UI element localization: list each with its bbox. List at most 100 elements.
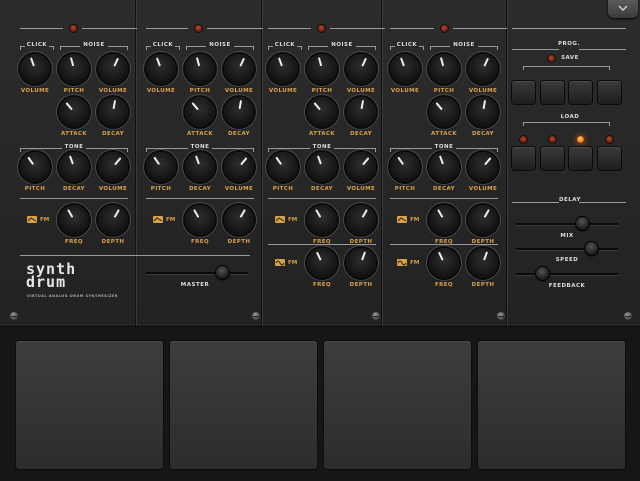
ch1-click-volume-knob[interactable]: [20, 54, 50, 84]
ch4-fm2-freq-knob[interactable]: [429, 248, 459, 278]
ch3-click-label: CLICK: [273, 42, 297, 48]
ch2-tone-volume-knob[interactable]: [224, 152, 254, 182]
ch4-fm2-waveform-icon[interactable]: [397, 259, 407, 266]
ch3-noise-pitch-knob[interactable]: [307, 54, 337, 84]
ch1-tone-volume-knob[interactable]: [98, 152, 128, 182]
knob-indicator: [67, 209, 74, 218]
ch3-noise-volume-knob[interactable]: [346, 54, 376, 84]
feedback-slider-track[interactable]: [516, 273, 618, 275]
drum-pad-4[interactable]: [478, 341, 625, 469]
ch1-fm1-waveform-icon[interactable]: [27, 216, 37, 223]
ch1-noise-volume-knob[interactable]: [98, 54, 128, 84]
ch4-noise-pitch-knob[interactable]: [429, 54, 459, 84]
ch1-fm1-label: FM: [40, 217, 50, 223]
ch4-noise-volume-knob[interactable]: [468, 54, 498, 84]
knob-indicator: [483, 57, 489, 67]
ch3-tone-volume-knob[interactable]: [346, 152, 376, 182]
save-slot-4-button[interactable]: [598, 81, 621, 104]
ch4-fm1-freq-knob[interactable]: [429, 205, 459, 235]
drum-pad-1[interactable]: [16, 341, 163, 469]
ch3-fm1-freq-knob[interactable]: [307, 205, 337, 235]
knob-indicator: [438, 155, 444, 165]
master-slider-thumb[interactable]: [216, 266, 229, 279]
ch2-fm1-depth-knob[interactable]: [224, 205, 254, 235]
ch4-fm2-depth-knob[interactable]: [468, 248, 498, 278]
ch3-click-volume-knob[interactable]: [268, 54, 298, 84]
ch2-noise-decay-label: DECAY: [227, 131, 251, 137]
ch2-noise-decay-knob[interactable]: [224, 97, 254, 127]
ch1-noise-pitch-knob[interactable]: [59, 54, 89, 84]
load-slot-3-button[interactable]: [569, 147, 592, 170]
ch4-click-volume-knob[interactable]: [390, 54, 420, 84]
prog-label: PROG.: [557, 41, 581, 47]
ch2-noise-volume-knob[interactable]: [224, 54, 254, 84]
knob-indicator: [316, 251, 322, 261]
ch2-fm1-label: FM: [166, 217, 176, 223]
ch2-tone-pitch-knob[interactable]: [146, 152, 176, 182]
ch2-fm1-waveform-icon[interactable]: [153, 216, 163, 223]
speed-slider-track[interactable]: [516, 248, 618, 250]
ch4-noise-decay-label: DECAY: [471, 131, 495, 137]
knob-indicator: [439, 57, 445, 67]
ch3-fm1-waveform-icon[interactable]: [275, 216, 285, 223]
mix-slider-track[interactable]: [516, 223, 618, 225]
ch1-noise-decay-knob[interactable]: [98, 97, 128, 127]
divider: [381, 0, 382, 326]
ch3-fm1-depth-knob[interactable]: [346, 205, 376, 235]
knob-indicator: [360, 100, 365, 110]
speed-label: SPEED: [555, 257, 579, 263]
ch4-tone-volume-knob[interactable]: [468, 152, 498, 182]
ch1-noise-attack-knob[interactable]: [59, 97, 89, 127]
drum-pad-3[interactable]: [324, 341, 471, 469]
ch2-noise-pitch-knob[interactable]: [185, 54, 215, 84]
divider: [506, 0, 507, 326]
ch2-tone-line: [146, 198, 254, 199]
ch3-noise-decay-knob[interactable]: [346, 97, 376, 127]
knob-indicator: [69, 57, 75, 67]
ch3-fm2-waveform-icon[interactable]: [275, 259, 285, 266]
load-slot-2-button[interactable]: [541, 147, 564, 170]
ch4-tone-pitch-knob[interactable]: [390, 152, 420, 182]
speed-slider-thumb[interactable]: [585, 242, 598, 255]
ch3-tone-decay-knob[interactable]: [307, 152, 337, 182]
ch1-tone-decay-knob[interactable]: [59, 152, 89, 182]
ch1-fm1-depth-knob[interactable]: [98, 205, 128, 235]
ch4-noise-decay-knob[interactable]: [468, 97, 498, 127]
ch4-fm1-waveform-icon[interactable]: [397, 216, 407, 223]
save-slot-2-button[interactable]: [541, 81, 564, 104]
save-slot-1-button[interactable]: [512, 81, 535, 104]
ch3-fm2-freq-knob[interactable]: [307, 248, 337, 278]
menu-button[interactable]: [608, 0, 638, 18]
ch2-fm1-depth-label: DEPTH: [227, 239, 251, 245]
ch2-noise-attack-knob[interactable]: [185, 97, 215, 127]
ch2-fm1-freq-knob[interactable]: [185, 205, 215, 235]
ch1-top-line: [20, 28, 63, 29]
ch3-noise-attack-knob[interactable]: [307, 97, 337, 127]
feedback-slider-thumb[interactable]: [536, 267, 549, 280]
ch1-tone-pitch-knob[interactable]: [20, 152, 50, 182]
ch1-noise-volume-label: VOLUME: [98, 88, 128, 94]
ch3-tone-pitch-knob[interactable]: [268, 152, 298, 182]
drum-pad-2[interactable]: [170, 341, 317, 469]
ch2-click-volume-knob[interactable]: [146, 54, 176, 84]
prog-top-line: [512, 28, 626, 29]
ch2-tone-label: TONE: [188, 144, 212, 150]
ch2-noise-volume-label: VOLUME: [224, 88, 254, 94]
mix-slider-thumb[interactable]: [576, 217, 589, 230]
ch1-fm1-freq-knob[interactable]: [59, 205, 89, 235]
ch4-noise-attack-knob[interactable]: [429, 97, 459, 127]
load-slot-1-button[interactable]: [512, 147, 535, 170]
load-slot-4-button[interactable]: [598, 147, 621, 170]
divider: [261, 0, 262, 326]
load-led-2: [549, 136, 556, 143]
ch4-tone-decay-knob[interactable]: [429, 152, 459, 182]
screw: [624, 312, 632, 320]
ch2-tone-decay-knob[interactable]: [185, 152, 215, 182]
ch3-fm2-depth-knob[interactable]: [346, 248, 376, 278]
ch4-fm1-label: FM: [410, 217, 420, 223]
ch4-fm1-depth-knob[interactable]: [468, 205, 498, 235]
save-slot-3-button[interactable]: [569, 81, 592, 104]
knob-indicator: [483, 251, 489, 261]
ch3-fm2-depth-label: DEPTH: [349, 282, 373, 288]
master-slider-track[interactable]: [146, 272, 248, 274]
